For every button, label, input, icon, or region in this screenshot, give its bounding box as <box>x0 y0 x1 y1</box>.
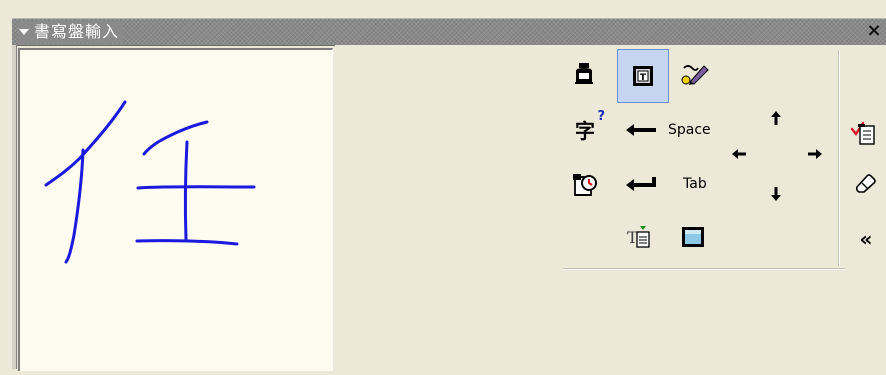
enter-icon <box>626 177 656 191</box>
insert-text-button[interactable]: T <box>624 222 654 252</box>
pen-button[interactable] <box>678 58 714 88</box>
handwriting-strokes <box>44 100 256 264</box>
pen-icon <box>681 65 709 85</box>
arrow-up-icon <box>771 111 781 125</box>
svg-text:T: T <box>640 73 647 83</box>
title-group[interactable]: 書寫盤輸入 <box>18 21 124 43</box>
full-screen-pad-button[interactable] <box>678 222 708 252</box>
stroke-4 <box>136 185 256 190</box>
enter-button[interactable] <box>622 170 660 198</box>
arrow-down-button[interactable] <box>766 183 786 205</box>
tab-label[interactable]: Tab <box>683 176 707 192</box>
character-lookup-icon: 字? <box>575 108 605 143</box>
panel-titlebar: 書寫盤輸入 × <box>12 18 886 46</box>
space-label[interactable]: Space <box>668 122 711 138</box>
stroke-5 <box>183 140 189 241</box>
writing-pad[interactable] <box>18 48 333 371</box>
stroke-1 <box>44 100 127 187</box>
toolbar-area <box>335 45 886 369</box>
arrow-up-button[interactable] <box>766 107 786 129</box>
collapse-button[interactable]: « <box>852 226 880 252</box>
close-button[interactable]: × <box>864 20 884 42</box>
svg-text:T: T <box>627 228 638 247</box>
ink-bottle-icon <box>575 63 593 84</box>
collapse-icon: « <box>859 227 873 251</box>
stroke-3 <box>142 120 209 156</box>
insert-text-icon: T <box>627 226 650 248</box>
eraser-button[interactable] <box>850 170 880 196</box>
settings-button[interactable] <box>568 167 602 201</box>
toolbar-separator-vertical <box>838 50 840 266</box>
backspace-icon <box>626 124 656 136</box>
arrow-right-button[interactable] <box>804 143 826 165</box>
arrow-right-icon <box>808 149 822 159</box>
correction-list-icon <box>850 121 875 145</box>
backspace-button[interactable] <box>622 116 660 144</box>
text-mode-icon: T <box>633 66 653 86</box>
arrow-left-icon <box>732 149 746 159</box>
eraser-icon <box>855 174 876 193</box>
panel-title: 書寫盤輸入 <box>34 22 120 41</box>
settings-icon <box>573 174 597 196</box>
arrow-left-button[interactable] <box>728 143 750 165</box>
collapse-triangle-icon[interactable] <box>18 27 30 37</box>
correction-list-button[interactable] <box>846 118 882 148</box>
character-lookup-button[interactable]: 字? <box>568 108 605 146</box>
ink-bottle-button[interactable] <box>569 58 599 88</box>
stroke-6 <box>135 239 239 246</box>
toolbar-separator-horizontal <box>563 268 845 270</box>
character-lookup-label: 字 <box>575 118 595 143</box>
full-screen-pad-icon <box>682 227 704 247</box>
arrow-down-icon <box>771 187 781 201</box>
panel-left-edge <box>12 45 17 369</box>
text-mode-button[interactable]: T <box>617 49 669 103</box>
